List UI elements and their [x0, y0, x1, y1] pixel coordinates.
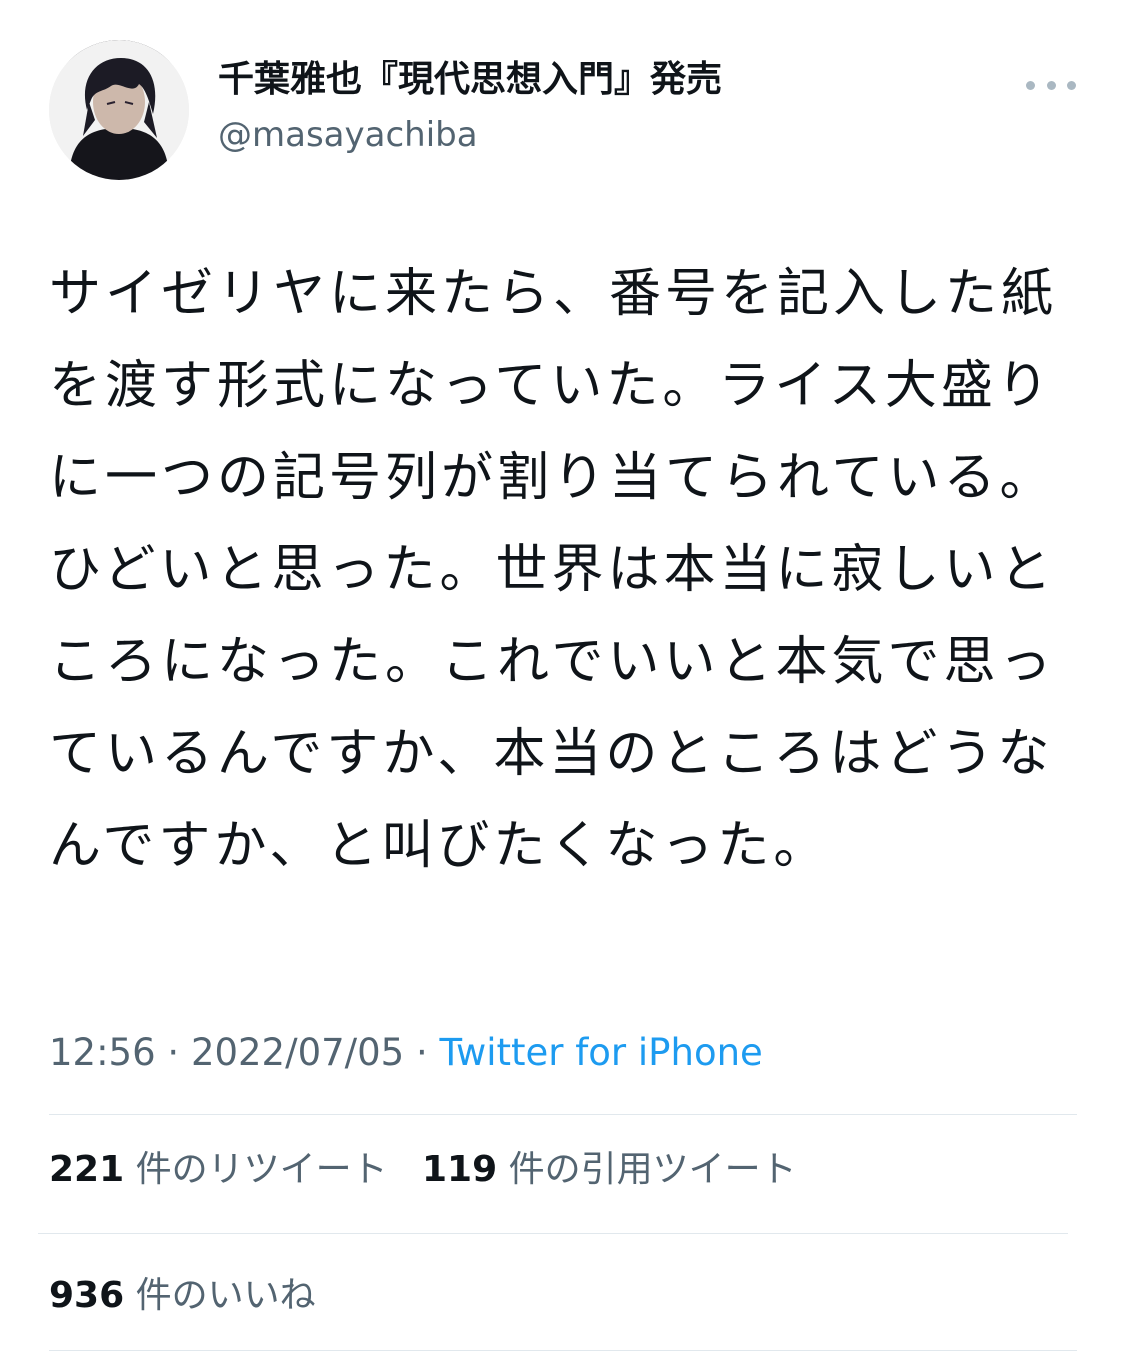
tweet-meta: 12:56 · 2022/07/05 · Twitter for iPhone — [49, 1034, 763, 1071]
retweets-label: 件のリツイート — [135, 1149, 388, 1190]
meta-separator: · — [167, 1031, 180, 1074]
likes-label: 件のいいね — [135, 1275, 316, 1316]
retweets-count: 221 — [49, 1149, 125, 1190]
tweet-time[interactable]: 12:56 — [49, 1031, 156, 1074]
tweet-text: サイゼリヤに来たら、番号を記入した紙を渡す形式になっていた。ライス大盛りに一つの… — [49, 264, 1058, 876]
divider — [49, 1350, 1077, 1351]
more-dot — [1046, 80, 1056, 90]
quotes-label: 件の引用ツイート — [508, 1149, 797, 1190]
quotes-stat[interactable]: 119 件の引用ツイート — [422, 1149, 797, 1190]
tweet-stats: 221 件のリツイート 119 件の引用ツイート — [49, 1152, 797, 1188]
more-options-icon[interactable] — [1026, 70, 1076, 100]
divider — [38, 1233, 1068, 1234]
tweet-date[interactable]: 2022/07/05 — [191, 1031, 404, 1074]
divider — [49, 1114, 1077, 1115]
avatar[interactable] — [49, 40, 189, 180]
meta-separator: · — [415, 1031, 428, 1074]
retweets-stat[interactable]: 221 件のリツイート — [49, 1149, 388, 1190]
quotes-count: 119 — [421, 1149, 498, 1190]
tweet-source[interactable]: Twitter for iPhone — [440, 1031, 763, 1074]
more-dot — [1067, 80, 1076, 90]
author-display-name[interactable]: 千葉雅也『現代思想入門』発売 — [218, 62, 722, 98]
likes-count: 936 — [49, 1275, 125, 1316]
likes-stat[interactable]: 936 件のいいね — [49, 1278, 316, 1314]
user-avatar-icon — [49, 40, 189, 180]
more-dot — [1026, 80, 1035, 90]
author-handle[interactable]: @masayachiba — [218, 118, 478, 152]
